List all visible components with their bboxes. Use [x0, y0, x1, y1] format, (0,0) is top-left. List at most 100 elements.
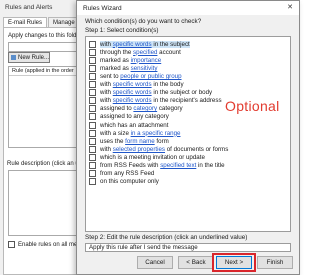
- new-rule-icon: [11, 55, 16, 60]
- condition-label: with specific words in the body: [100, 81, 184, 88]
- wizard-titlebar: Rules Wizard ✕: [77, 1, 299, 15]
- condition-text: from any RSS Feed: [100, 170, 155, 178]
- wizard-title: Rules Wizard: [83, 4, 122, 12]
- condition-text: with: [100, 145, 113, 153]
- enable-rules-checkbox[interactable]: [8, 241, 15, 248]
- condition-text: from RSS Feeds with: [100, 162, 161, 169]
- finish-button[interactable]: Finish: [257, 256, 293, 269]
- condition-item[interactable]: with specific words in the subject: [89, 40, 190, 48]
- condition-text: assigned to any category: [100, 113, 169, 121]
- condition-label: sent to people or public group: [100, 73, 182, 80]
- close-icon[interactable]: ✕: [287, 3, 293, 11]
- condition-text: which has an attachment: [100, 121, 169, 129]
- new-rule-label: New Rule...: [18, 54, 50, 61]
- condition-text: uses the: [100, 137, 126, 145]
- condition-text: on this computer only: [100, 178, 159, 186]
- condition-text: of documents or forms: [165, 145, 229, 153]
- condition-label: assigned to category category: [100, 105, 183, 112]
- condition-item[interactable]: with a size in a specific range: [89, 129, 180, 137]
- condition-checkbox[interactable]: [89, 105, 96, 113]
- condition-checkbox[interactable]: [89, 56, 96, 64]
- condition-checkbox[interactable]: [89, 113, 96, 121]
- condition-item[interactable]: assigned to category category: [89, 105, 183, 113]
- condition-text: with: [100, 40, 113, 48]
- condition-item[interactable]: sent to people or public group: [89, 72, 182, 80]
- condition-label: with a size in a specific range: [100, 130, 180, 137]
- condition-item[interactable]: with specific words in the subject or bo…: [89, 89, 212, 97]
- condition-text: marked as: [100, 64, 131, 72]
- conditions-list[interactable]: with specific words in the subject throug…: [85, 36, 291, 232]
- condition-checkbox[interactable]: [89, 145, 96, 153]
- condition-item[interactable]: assigned to any category: [89, 113, 169, 121]
- condition-text: with a size: [100, 129, 131, 137]
- back-button[interactable]: < Back: [178, 256, 214, 269]
- condition-item[interactable]: marked as sensitivity: [89, 64, 157, 72]
- condition-item[interactable]: on this computer only: [89, 178, 159, 186]
- step2-label: Step 2: Edit the rule description (click…: [85, 234, 248, 241]
- condition-checkbox[interactable]: [89, 64, 96, 72]
- condition-label: from any RSS Feed: [100, 170, 154, 177]
- condition-item[interactable]: with specific words in the recipient's a…: [89, 97, 222, 105]
- condition-value-link[interactable]: specific words: [113, 89, 152, 96]
- condition-text: with: [100, 89, 113, 97]
- condition-checkbox[interactable]: [89, 48, 96, 56]
- condition-value-link[interactable]: form name: [125, 138, 155, 145]
- condition-label: with specific words in the recipient's a…: [100, 97, 222, 104]
- condition-item[interactable]: uses the form name form: [89, 137, 169, 145]
- condition-checkbox[interactable]: [89, 137, 96, 145]
- condition-checkbox[interactable]: [89, 72, 96, 80]
- condition-checkbox[interactable]: [89, 153, 96, 161]
- condition-value-link[interactable]: sensitivity: [131, 65, 158, 72]
- condition-value-link[interactable]: specific words: [113, 81, 152, 88]
- condition-question: Which condition(s) do you want to check?: [85, 18, 202, 25]
- condition-value-link[interactable]: category: [133, 105, 157, 112]
- condition-checkbox[interactable]: [89, 89, 96, 97]
- condition-item[interactable]: from RSS Feeds with specified text in th…: [89, 162, 225, 170]
- rules-wizard-dialog: Rules Wizard ✕ Which condition(s) do you…: [76, 0, 300, 275]
- condition-checkbox[interactable]: [89, 129, 96, 137]
- condition-item[interactable]: through the specified account: [89, 48, 181, 56]
- condition-text: form: [154, 137, 169, 145]
- condition-checkbox[interactable]: [89, 170, 96, 178]
- condition-value-link[interactable]: specific words: [113, 41, 152, 48]
- apply-changes-label: Apply changes to this folder: [8, 33, 82, 39]
- condition-text: in the title: [196, 162, 225, 169]
- folder-select[interactable]: [8, 42, 80, 52]
- condition-checkbox[interactable]: [89, 121, 96, 129]
- condition-item[interactable]: marked as importance: [89, 56, 161, 64]
- condition-label: from RSS Feeds with specified text in th…: [100, 162, 225, 169]
- condition-item[interactable]: with selected properties of documents or…: [89, 145, 228, 153]
- condition-label: which has an attachment: [100, 122, 168, 129]
- next-highlight-box: [212, 253, 256, 272]
- condition-label: marked as sensitivity: [100, 65, 157, 72]
- condition-checkbox[interactable]: [89, 81, 96, 88]
- condition-checkbox[interactable]: [89, 162, 96, 169]
- condition-value-link[interactable]: specified text: [160, 162, 196, 169]
- new-rule-button[interactable]: New Rule...: [8, 52, 50, 63]
- cancel-button[interactable]: Cancel: [137, 256, 173, 269]
- condition-value-link[interactable]: specific words: [113, 97, 152, 104]
- condition-text: sent to: [100, 72, 121, 80]
- condition-text: in the body: [151, 81, 184, 88]
- condition-value-link[interactable]: people or public group: [120, 73, 181, 80]
- condition-value-link[interactable]: selected properties: [113, 146, 165, 153]
- condition-item[interactable]: from any RSS Feed: [89, 170, 154, 178]
- condition-value-link[interactable]: specified: [133, 49, 157, 56]
- condition-text: in the subject: [151, 40, 190, 48]
- optional-annotation: Optional: [225, 98, 280, 114]
- condition-checkbox[interactable]: [89, 97, 96, 105]
- condition-text: in the subject or body: [151, 89, 213, 97]
- condition-label: through the specified account: [100, 49, 181, 56]
- condition-label: with selected properties of documents or…: [100, 146, 228, 153]
- condition-item[interactable]: with specific words in the body: [89, 81, 184, 89]
- condition-item[interactable]: which has an attachment: [89, 121, 168, 129]
- condition-checkbox[interactable]: [89, 178, 96, 186]
- condition-text: category: [157, 105, 183, 113]
- condition-label: which is a meeting invitation or update: [100, 154, 205, 161]
- condition-item[interactable]: which is a meeting invitation or update: [89, 153, 205, 161]
- condition-text: with: [100, 97, 113, 105]
- rule-description-field[interactable]: Apply this rule after I send the message: [85, 243, 291, 252]
- condition-value-link[interactable]: in a specific range: [131, 130, 181, 137]
- condition-value-link[interactable]: importance: [131, 57, 162, 64]
- condition-checkbox[interactable]: [89, 40, 96, 48]
